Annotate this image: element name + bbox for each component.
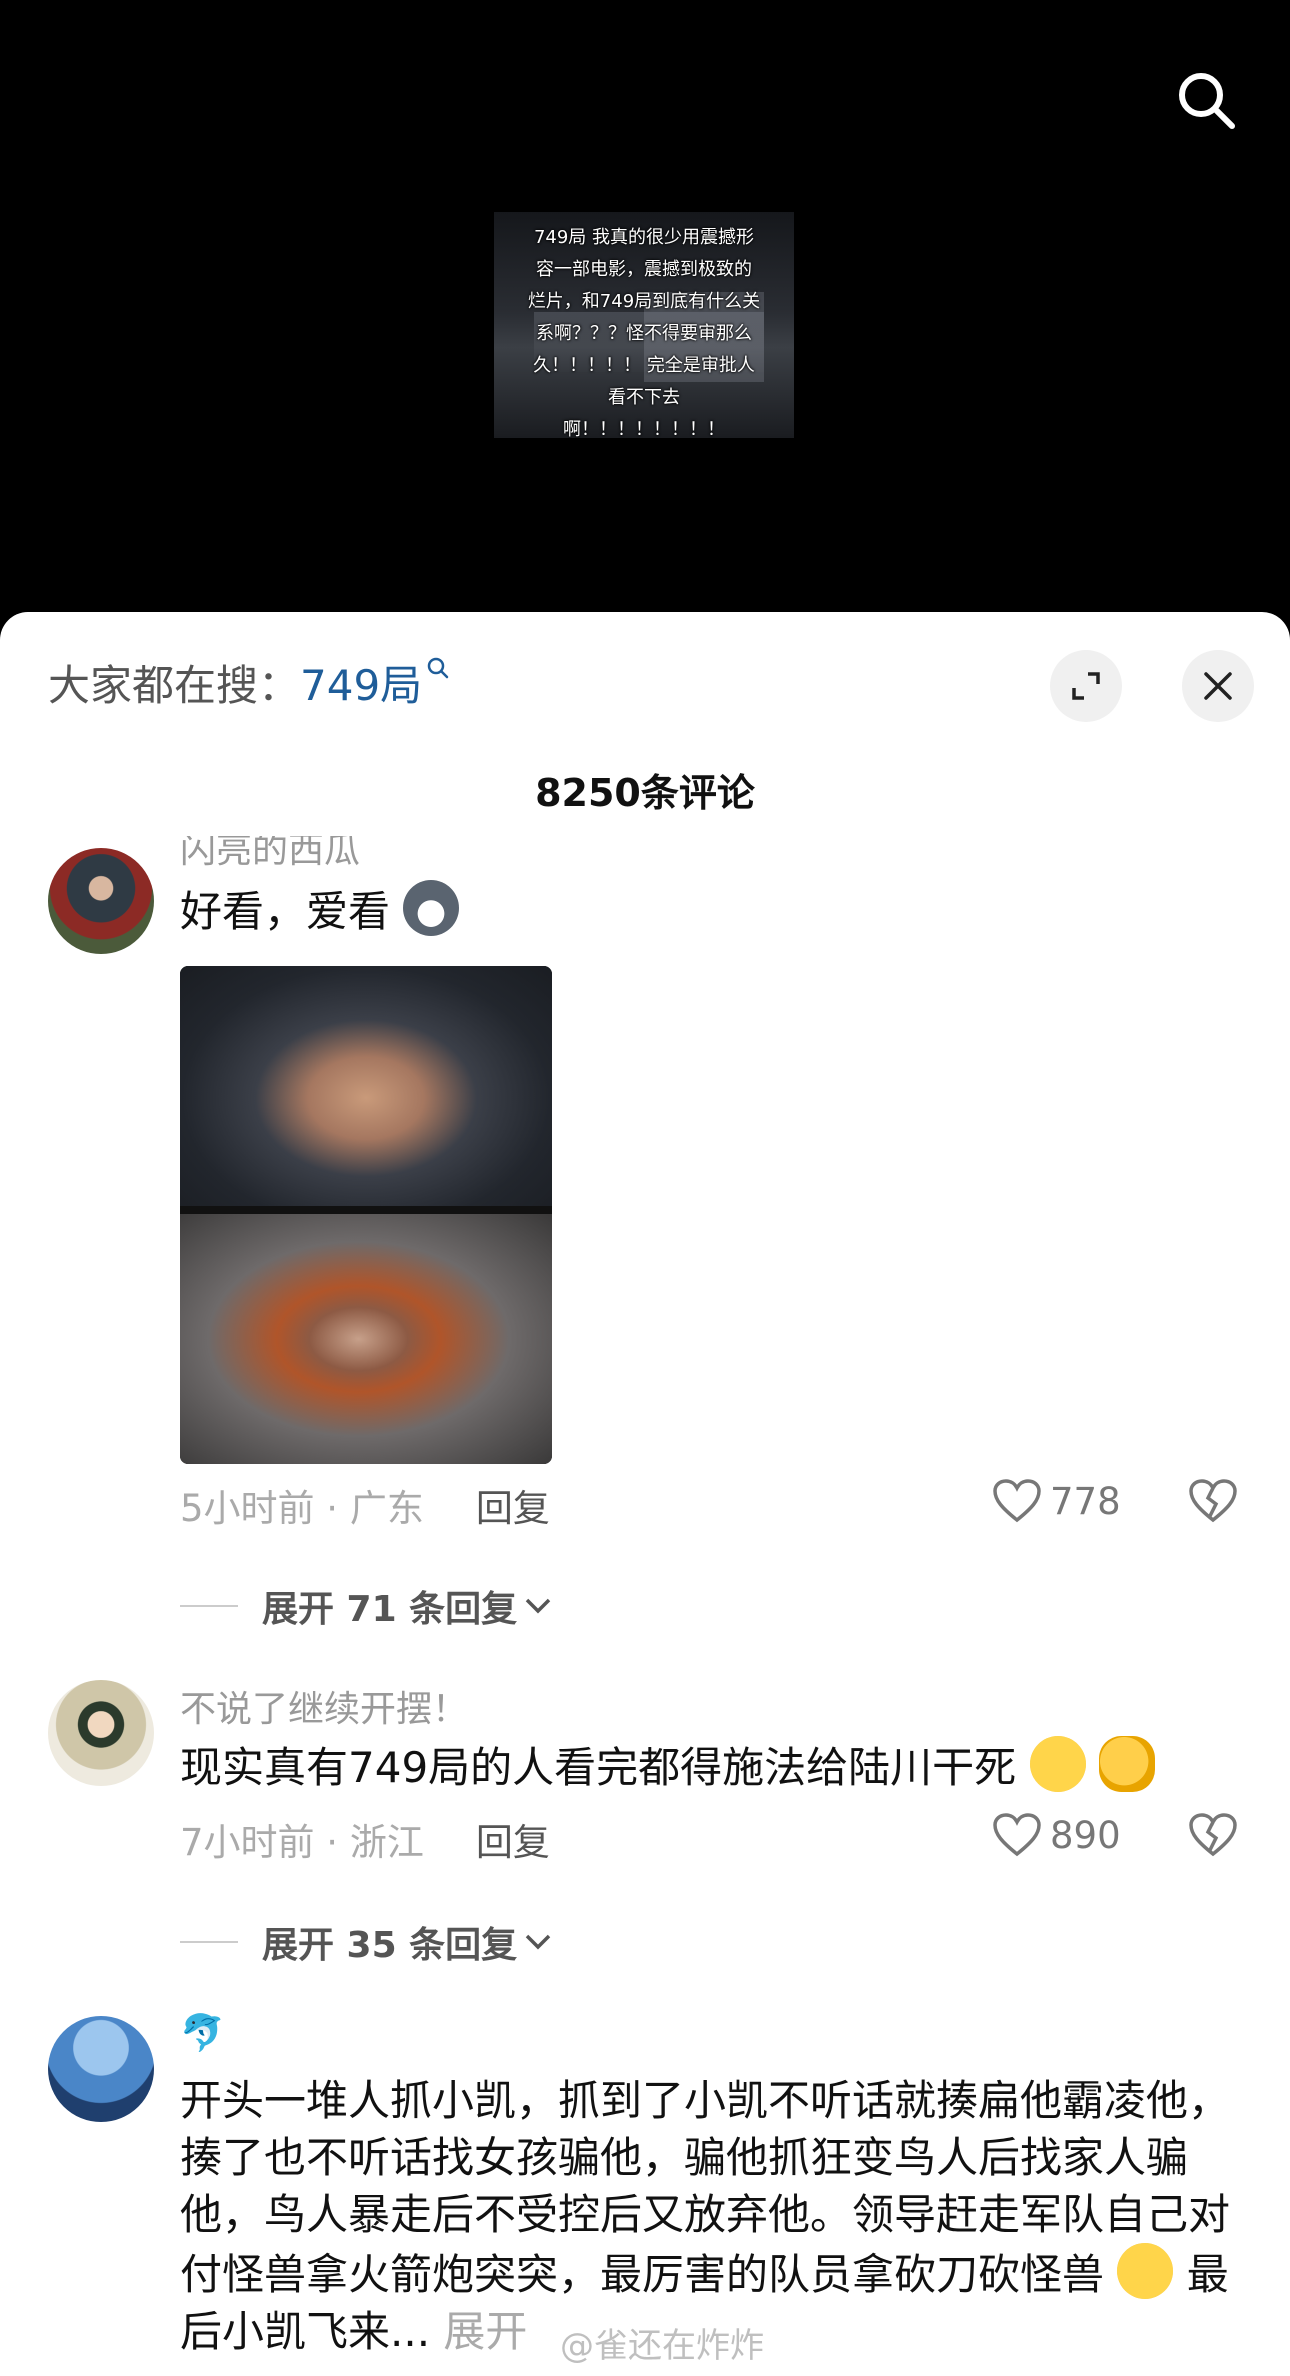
comment-meta: 7小时前 · 浙江 回复: [180, 1812, 550, 1866]
expand-replies-label: 展开 71 条回复: [262, 1589, 518, 1630]
comment-text-body: 好看，爱看: [180, 887, 391, 936]
video-frame: 749局 我真的很少用震撼形 容一部电影，震撼到极致的 烂片，和749局到底有什…: [494, 212, 794, 438]
video-caption: 749局 我真的很少用震撼形 容一部电影，震撼到极致的 烂片，和749局到底有什…: [527, 227, 761, 438]
comment-image[interactable]: [180, 966, 552, 1464]
like-button[interactable]: 890: [992, 1812, 1121, 1858]
like-button[interactable]: 778: [992, 1478, 1121, 1524]
comment-text-body: 开头一堆人抓小凯，抓到了小凯不听话就揍扁他霸凌他，揍了也不听话找女孩骗他，骗他抓…: [180, 2076, 1231, 2299]
comment-meta: 5小时前 · 广东 回复: [180, 1478, 550, 1532]
close-icon: [1204, 672, 1232, 700]
avatar[interactable]: [48, 848, 154, 954]
heart-icon: [993, 1479, 1041, 1523]
reply-button[interactable]: 回复: [476, 1478, 550, 1532]
expand-icon: [1072, 672, 1100, 700]
comment-text: 好看，爱看: [180, 880, 1240, 940]
pleading-face-emoji-icon: [1117, 2243, 1174, 2299]
broken-heart-icon: [1189, 1479, 1237, 1523]
image-panel-pilot: [180, 966, 552, 1206]
dislike-button[interactable]: [1188, 1478, 1238, 1528]
expand-text-button[interactable]: 展开: [443, 2307, 527, 2356]
ok-hand-emoji-icon: [1098, 1736, 1155, 1792]
search-button[interactable]: [1168, 62, 1244, 138]
avatar[interactable]: [48, 2016, 154, 2122]
watermark: @雀还在炸炸: [560, 2326, 764, 2366]
heart-icon: [993, 1813, 1041, 1857]
comment-sheet: 大家都在搜： 749局 8250条评论 闪亮的西瓜 好看，爱看 5小时前 · 广…: [0, 612, 1290, 2376]
broken-heart-icon: [1189, 1813, 1237, 1857]
chevron-down-icon: [525, 1598, 551, 1614]
expand-replies-button[interactable]: 展开 35 条回复: [180, 1916, 553, 1968]
comment-username[interactable]: 闪亮的西瓜: [180, 836, 360, 876]
expand-replies-button[interactable]: 展开 71 条回复: [180, 1580, 553, 1632]
search-icon: [427, 657, 449, 679]
husky-emoji-icon: [403, 880, 460, 936]
comment-count: 8250条评论: [535, 771, 755, 815]
comment-time-location: 5小时前 · 广东: [180, 1487, 424, 1530]
laugh-sweat-emoji-icon: [1029, 1736, 1086, 1792]
close-button[interactable]: [1182, 650, 1254, 722]
hot-search-prefix: 大家都在搜：: [48, 660, 301, 710]
comment-username[interactable]: 不说了继续开摆！: [180, 1680, 468, 1732]
like-count: 890: [1050, 1813, 1121, 1857]
hot-search-term[interactable]: 749局: [300, 652, 422, 713]
image-panel-flying: [180, 1214, 552, 1464]
expand-replies-label: 展开 35 条回复: [262, 1925, 518, 1966]
search-icon: [1179, 73, 1235, 129]
dislike-button[interactable]: [1188, 1812, 1238, 1862]
expand-button[interactable]: [1050, 650, 1122, 722]
like-count: 778: [1050, 1479, 1121, 1523]
avatar[interactable]: [48, 1680, 154, 1786]
chevron-down-icon: [525, 1934, 551, 1950]
comment-username[interactable]: 🐬: [180, 2012, 225, 2054]
comment-text-body: 现实真有749局的人看完都得施法给陆川干死: [180, 1743, 1017, 1792]
comment-text: 开头一堆人抓小凯，抓到了小凯不听话就揍扁他霸凌他，揍了也不听话找女孩骗他，骗他抓…: [180, 2072, 1240, 2360]
reply-button[interactable]: 回复: [476, 1812, 550, 1866]
comment-text: 现实真有749局的人看完都得施法给陆川干死: [180, 1736, 1240, 1796]
video-player[interactable]: 749局 我真的很少用震撼形 容一部电影，震撼到极致的 烂片，和749局到底有什…: [0, 0, 1290, 640]
hot-search-bar[interactable]: 大家都在搜： 749局: [48, 654, 450, 710]
comment-time-location: 7小时前 · 浙江: [180, 1821, 424, 1864]
